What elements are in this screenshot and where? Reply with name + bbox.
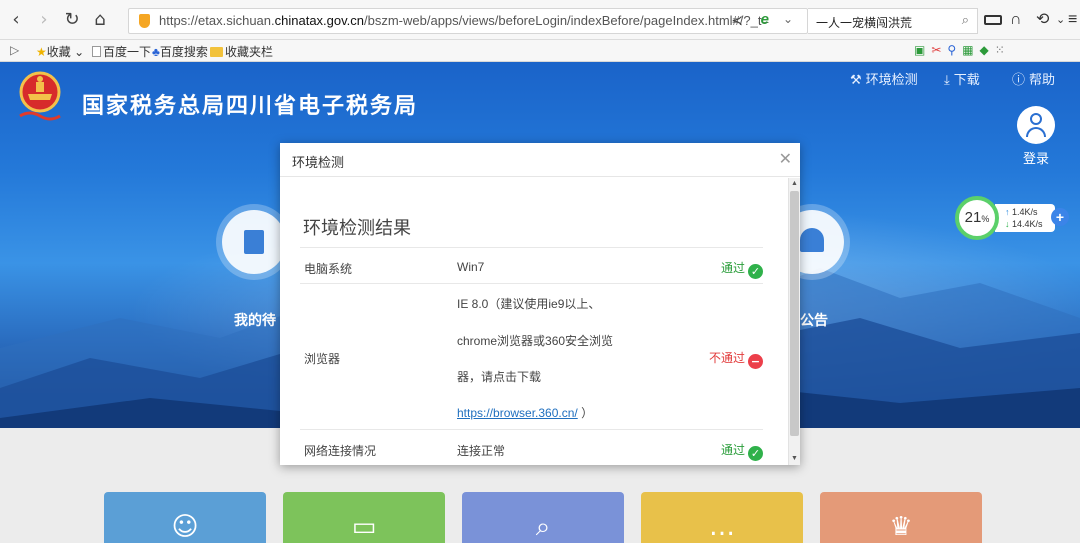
page-icon: [92, 46, 101, 57]
plus-icon[interactable]: +: [1051, 208, 1069, 226]
chat-bubble-icon: …: [709, 512, 735, 542]
download-icon: ⤓: [944, 73, 950, 88]
menu-icon[interactable]: ≡: [1068, 10, 1077, 30]
security-shield-icon[interactable]: [139, 14, 150, 28]
download-link[interactable]: ⤓ 下载: [944, 69, 980, 88]
check-circle-icon: ✓: [748, 446, 764, 461]
battery-icon[interactable]: [984, 15, 1002, 25]
game-icon[interactable]: ▦: [962, 43, 973, 57]
tax-emblem-logo: [19, 71, 61, 121]
row-value-os: Win7: [457, 260, 485, 274]
divider: [300, 283, 763, 284]
document-search-icon: ⌕: [535, 512, 551, 542]
document-icon: [244, 230, 264, 254]
check-circle-icon: ✓: [748, 264, 764, 279]
row-value-network: 连接正常: [457, 444, 506, 458]
todo-feature-label: 我的待: [234, 312, 276, 328]
row-value-browser-line1: IE 8.0（建议使用ie9以上、: [457, 297, 601, 311]
upload-speed: ↑ 1.4K/s: [1005, 207, 1038, 217]
headphones-icon[interactable]: ∩: [1010, 10, 1022, 30]
tile-user[interactable]: ☺: [104, 492, 266, 543]
forward-icon[interactable]: ›: [34, 10, 54, 30]
undo-icon[interactable]: ⟲: [1036, 10, 1049, 30]
login-button[interactable]: 登录: [1016, 106, 1056, 167]
monitor-icon: ▭: [351, 512, 377, 542]
baidu-paw-icon: ♣: [152, 45, 160, 59]
scroll-thumb[interactable]: [790, 191, 799, 436]
row-value-browser-link-line: https://browser.360.cn/ ）: [457, 404, 593, 421]
row-label-os: 电脑系统: [304, 262, 353, 276]
url-text[interactable]: https://etax.sichuan.chinatax.gov.cn/bsz…: [159, 13, 769, 28]
chevron-down-icon[interactable]: ⌄: [1056, 10, 1065, 30]
home-icon[interactable]: ⌂: [90, 10, 110, 30]
magnifier-icon[interactable]: ⚲: [947, 43, 956, 57]
share-icon[interactable]: ≺: [731, 12, 743, 29]
screenshot-icon[interactable]: ✂: [931, 43, 941, 57]
scroll-up-icon[interactable]: ▲: [789, 178, 800, 190]
dialog-title: 环境检测: [292, 155, 345, 170]
grid-icon[interactable]: ⁙: [995, 43, 1005, 57]
user-icon: [1017, 106, 1055, 144]
env-check-link[interactable]: ⚒ 环境检测: [850, 69, 918, 88]
bookmark-baidu-once[interactable]: 百度一下: [92, 43, 151, 60]
download-speed: ↓ 14.4K/s: [1005, 219, 1043, 229]
speed-readout: ↑ 1.4K/s ↓ 14.4K/s: [995, 204, 1055, 232]
star-icon: ★: [36, 45, 47, 59]
dialog-body: 环境检测结果 电脑系统 Win7 通过 ✓ IE 8.0（建议使用ie9以上、 c…: [280, 178, 788, 465]
row-label-browser: 浏览器: [304, 352, 341, 366]
dialog-header: 环境检测 ✕: [280, 143, 800, 177]
env-check-dialog: 环境检测 ✕ 环境检测结果 电脑系统 Win7 通过 ✓ IE 8.0（建议使用i…: [280, 143, 800, 465]
search-query-text: 一人一宠横闯洪荒: [816, 16, 913, 30]
bookmark-folder[interactable]: 收藏夹栏: [210, 43, 273, 60]
ie-mode-icon[interactable]: e: [761, 11, 769, 28]
bookmark-baidu-search[interactable]: ♣百度搜索: [152, 43, 208, 60]
row-label-network: 网络连接情况: [304, 444, 377, 458]
search-icon[interactable]: ⌕: [962, 12, 969, 28]
row-value-browser-line3: 器，请点击下载: [457, 370, 542, 384]
address-bar[interactable]: https://etax.sichuan.chinatax.gov.cn/bsz…: [128, 8, 808, 34]
login-label: 登录: [1022, 151, 1049, 166]
scroll-down-icon[interactable]: ▼: [789, 453, 800, 465]
sidebar-toggle-icon[interactable]: ▷: [10, 43, 19, 57]
site-title: 国家税务总局四川省电子税务局: [82, 93, 419, 118]
divider: [300, 247, 763, 248]
notice-feature-label: 公告: [800, 312, 828, 328]
tile-chat[interactable]: …: [641, 492, 803, 543]
result-heading: 环境检测结果: [303, 218, 411, 238]
shield-icon[interactable]: ◆: [980, 43, 989, 57]
link-suffix: ）: [581, 406, 594, 420]
folder-icon: [210, 47, 223, 57]
wrench-icon: ⚒: [850, 73, 862, 88]
dialog-scrollbar[interactable]: ▲ ▼: [788, 178, 800, 465]
row-value-browser-line2: chrome浏览器或360安全浏览: [457, 334, 614, 348]
back-icon[interactable]: ‹: [6, 10, 26, 30]
user-icon: ☺: [171, 512, 199, 542]
search-input[interactable]: 一人一宠横闯洪荒 ⌕: [808, 8, 978, 34]
tile-screen[interactable]: ▭: [283, 492, 445, 543]
extension-toolbar[interactable]: ▣ ✂ ⚲ ▦ ◆ ⁙: [908, 43, 1005, 57]
help-link[interactable]: ⓘ 帮助: [1012, 69, 1055, 88]
bookmarks-bar: ▷ ★收藏 ⌄ 百度一下 ♣百度搜索 收藏夹栏 ▣ ✂ ⚲ ▦ ◆ ⁙: [0, 40, 1080, 62]
browser-download-link[interactable]: https://browser.360.cn/: [457, 406, 578, 420]
chevron-down-icon[interactable]: ⌄: [783, 12, 793, 26]
tile-education[interactable]: ♛: [820, 492, 982, 543]
todo-feature-button[interactable]: [222, 210, 286, 274]
network-speed-widget[interactable]: ↑ 1.4K/s ↓ 14.4K/s 21% +: [955, 196, 1071, 240]
refresh-icon[interactable]: ↻: [62, 10, 82, 30]
divider: [300, 429, 763, 430]
bookmark-favorites[interactable]: ★收藏 ⌄: [36, 43, 84, 60]
close-icon[interactable]: ✕: [779, 149, 792, 168]
bell-icon: [800, 228, 824, 252]
status-badge-os: 通过 ✓: [721, 259, 764, 279]
status-badge-browser: 不通过 −: [709, 349, 764, 369]
help-icon: ⓘ: [1012, 73, 1026, 88]
tile-search-doc[interactable]: ⌕: [462, 492, 624, 543]
minus-circle-icon: −: [748, 354, 764, 369]
memory-usage-ring: 21%: [955, 196, 999, 240]
browser-toolbar: ‹ › ↻ ⌂ https://etax.sichuan.chinatax.go…: [0, 0, 1080, 40]
translate-icon[interactable]: ▣: [914, 43, 925, 57]
graduation-cap-icon: ♛: [889, 512, 913, 542]
status-badge-network: 通过 ✓: [721, 441, 764, 461]
